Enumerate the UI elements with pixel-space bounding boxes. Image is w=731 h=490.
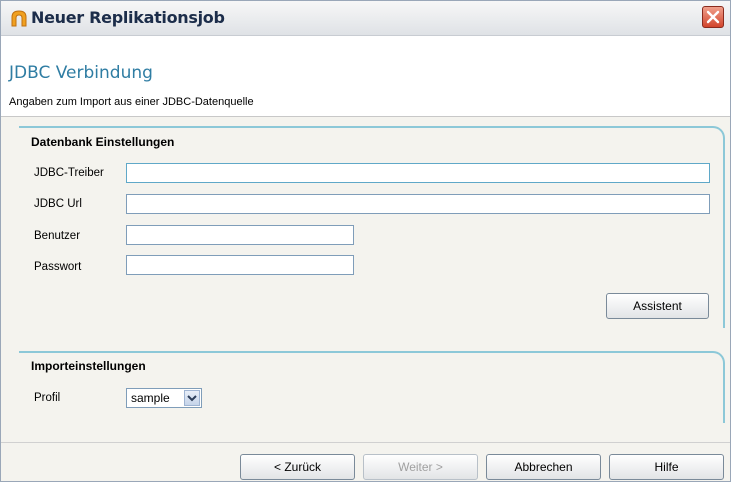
back-button[interactable]: < Zurück — [240, 454, 355, 480]
assistant-button[interactable]: Assistent — [606, 293, 709, 319]
url-input[interactable] — [126, 194, 710, 214]
header-divider — [1, 116, 730, 117]
close-button[interactable] — [702, 6, 724, 28]
wizard-header: JDBC Verbindung Angaben zum Import aus e… — [1, 36, 730, 116]
dropdown-button[interactable] — [184, 390, 200, 406]
import-settings-label: Importeinstellungen — [31, 359, 146, 373]
chevron-down-icon — [187, 395, 197, 402]
driver-label: JDBC-Treiber — [34, 167, 104, 179]
page-subtitle: Angaben zum Import aus einer JDBC-Datenq… — [9, 96, 254, 108]
driver-input[interactable] — [126, 163, 710, 183]
password-label: Passwort — [34, 261, 82, 273]
window-title: Neuer Replikationsjob — [31, 8, 225, 27]
db-settings-label: Datenbank Einstellungen — [31, 135, 175, 149]
dialog-window: Neuer Replikationsjob JDBC Verbindung An… — [0, 0, 731, 482]
page-title: JDBC Verbindung — [9, 63, 153, 83]
user-input[interactable] — [126, 225, 354, 245]
profile-select[interactable]: sample — [126, 388, 202, 408]
url-label: JDBC Url — [34, 198, 82, 210]
footer-divider — [1, 442, 730, 443]
title-bar[interactable]: Neuer Replikationsjob — [1, 1, 730, 36]
close-icon — [706, 10, 720, 24]
user-label: Benutzer — [34, 230, 81, 242]
help-button[interactable]: Hilfe — [609, 454, 724, 480]
next-button[interactable]: Weiter > — [363, 454, 478, 480]
cancel-button[interactable]: Abbrechen — [486, 454, 601, 480]
profile-value: sample — [131, 391, 170, 405]
app-icon — [11, 10, 27, 27]
password-input[interactable] — [126, 255, 354, 275]
profile-label: Profil — [34, 392, 61, 404]
